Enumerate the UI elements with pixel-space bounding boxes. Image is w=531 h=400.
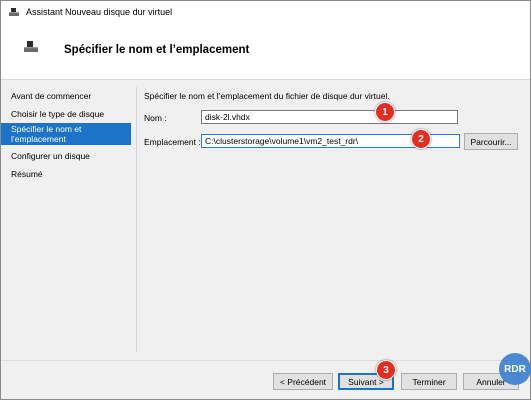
finish-button[interactable]: Terminer bbox=[401, 373, 457, 390]
step-before-start[interactable]: Avant de commencer bbox=[1, 89, 131, 103]
hard-disk-icon bbox=[24, 41, 38, 52]
step-choose-disk-type[interactable]: Choisir le type de disque bbox=[1, 107, 131, 121]
annotation-badge-3: 3 bbox=[376, 360, 396, 380]
page-title: Spécifier le nom et l’emplacement bbox=[64, 44, 250, 56]
title-bar: Assistant Nouveau disque dur virtuel bbox=[1, 1, 530, 23]
step-summary[interactable]: Résumé bbox=[1, 167, 131, 181]
annotation-badge-1: 1 bbox=[375, 102, 395, 122]
window-title: Assistant Nouveau disque dur virtuel bbox=[26, 7, 173, 17]
footer-divider bbox=[1, 360, 530, 361]
wizard-window: Assistant Nouveau disque dur virtuel Spé… bbox=[0, 0, 531, 400]
browse-button[interactable]: Parcourir... bbox=[464, 133, 518, 150]
watermark-logo: RDR bbox=[499, 353, 531, 385]
name-label: Nom : bbox=[144, 113, 167, 123]
name-input[interactable]: disk-2l.vhdx bbox=[201, 110, 458, 124]
divider bbox=[136, 87, 137, 352]
wizard-header: Spécifier le nom et l’emplacement bbox=[1, 23, 530, 80]
annotation-badge-2: 2 bbox=[411, 129, 431, 149]
step-name-and-location[interactable]: Spécifier le nom et l’emplacement bbox=[1, 123, 131, 145]
previous-button[interactable]: < Précédent bbox=[273, 373, 333, 390]
instruction-text: Spécifier le nom et l’emplacement du fic… bbox=[144, 91, 390, 101]
step-configure-disk[interactable]: Configurer un disque bbox=[1, 149, 131, 163]
hard-disk-icon bbox=[9, 8, 19, 16]
location-label: Emplacement : bbox=[144, 137, 201, 147]
wizard-steps: Avant de commencer Choisir le type de di… bbox=[1, 89, 131, 181]
